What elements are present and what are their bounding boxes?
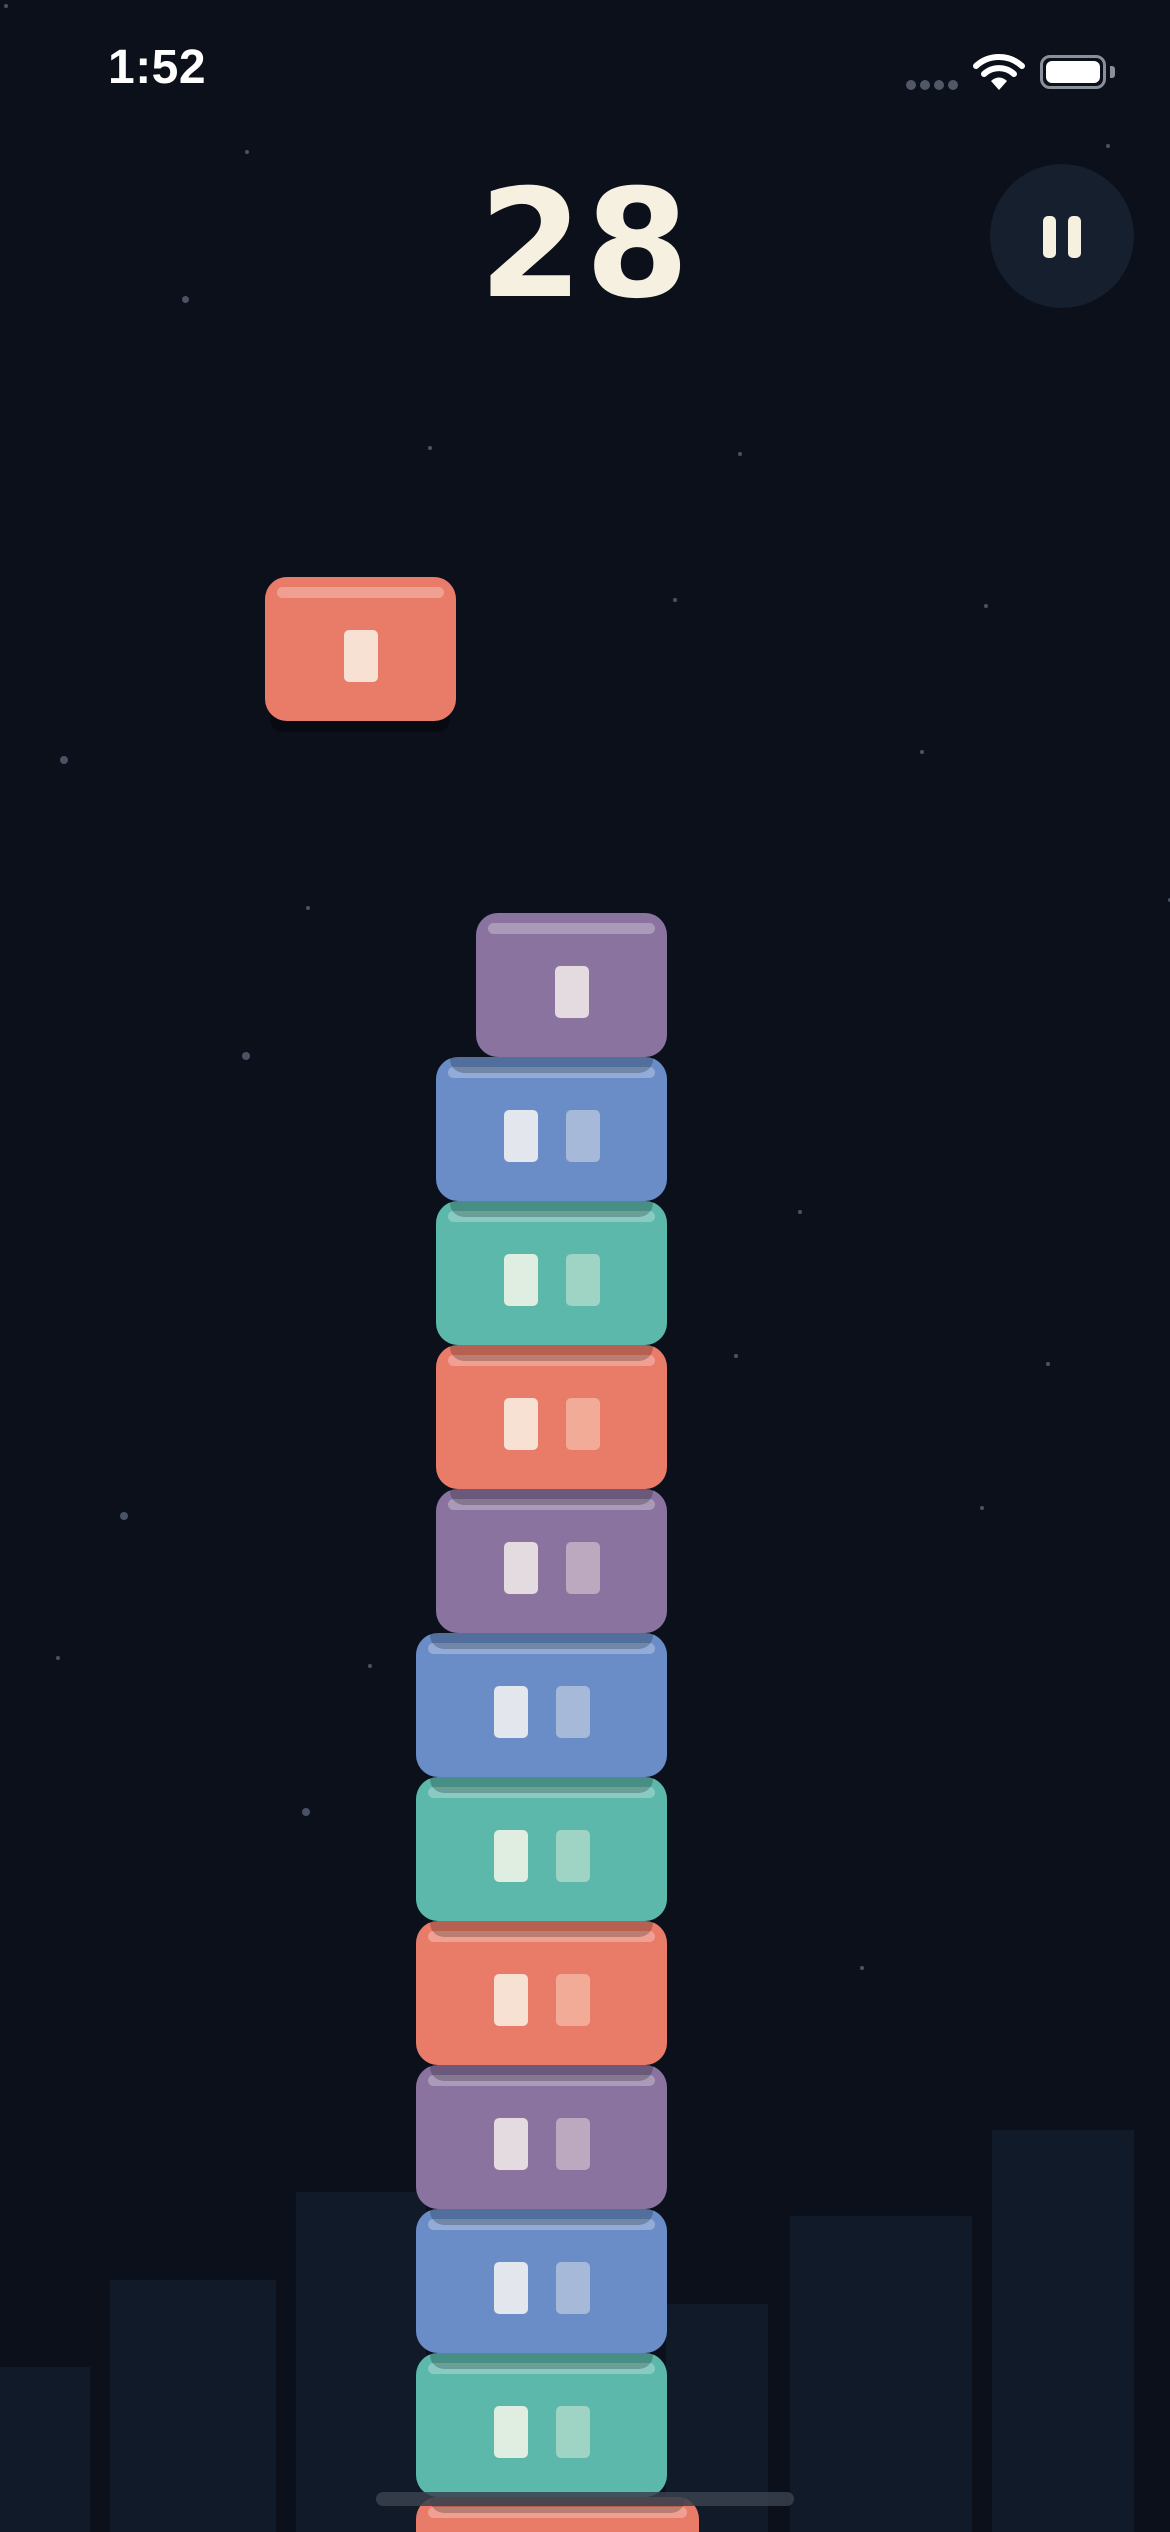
block-highlight bbox=[277, 587, 444, 598]
pause-button[interactable] bbox=[990, 164, 1134, 308]
star bbox=[4, 4, 8, 8]
tower-block-9 bbox=[416, 2065, 667, 2209]
block-window bbox=[555, 2406, 590, 2458]
block-window bbox=[565, 1110, 600, 1162]
skyline-building bbox=[992, 2130, 1134, 2532]
star bbox=[734, 1354, 738, 1358]
cellular-signal-icon bbox=[906, 80, 960, 92]
tower-block-4 bbox=[436, 1345, 667, 1489]
block-window bbox=[493, 2118, 528, 2170]
star bbox=[182, 296, 189, 303]
star bbox=[980, 1506, 984, 1510]
tower-block-3 bbox=[436, 1201, 667, 1345]
tower-block-11 bbox=[416, 2353, 667, 2497]
block-window bbox=[493, 1830, 528, 1882]
block-window bbox=[555, 1974, 590, 2026]
block-shadow bbox=[430, 2353, 653, 2369]
tower-block-10 bbox=[416, 2209, 667, 2353]
block-shadow bbox=[450, 1345, 653, 1361]
star bbox=[306, 906, 310, 910]
tower-block-1 bbox=[476, 913, 667, 1057]
star bbox=[1046, 1362, 1050, 1366]
block-window bbox=[503, 1254, 538, 1306]
star bbox=[428, 446, 432, 450]
score-counter: 28 bbox=[478, 158, 692, 332]
block-window bbox=[503, 1398, 538, 1450]
star bbox=[920, 750, 924, 754]
battery-cap bbox=[1110, 66, 1115, 78]
wifi-icon bbox=[972, 52, 1026, 92]
block-window bbox=[493, 2406, 528, 2458]
star bbox=[738, 452, 742, 456]
block-window bbox=[565, 1542, 600, 1594]
star bbox=[60, 756, 68, 764]
block-shadow bbox=[450, 1057, 653, 1073]
block-window bbox=[565, 1398, 600, 1450]
star bbox=[673, 598, 677, 602]
falling-block[interactable] bbox=[265, 577, 456, 721]
block-shadow bbox=[430, 1633, 653, 1649]
status-time: 1:52 bbox=[108, 41, 207, 94]
star bbox=[120, 1512, 128, 1520]
battery-level bbox=[1046, 61, 1100, 83]
skyline-building bbox=[0, 2367, 90, 2532]
block-shadow bbox=[450, 1201, 653, 1217]
skyline-building bbox=[790, 2216, 972, 2532]
block-window bbox=[493, 2262, 528, 2314]
skyline-building bbox=[110, 2280, 276, 2532]
game-screen[interactable]: 1:52 28 bbox=[0, 0, 1170, 2532]
tower-block-8 bbox=[416, 1921, 667, 2065]
home-indicator[interactable] bbox=[376, 2492, 794, 2506]
block-window bbox=[555, 2118, 590, 2170]
star bbox=[245, 150, 249, 154]
star bbox=[1106, 144, 1110, 148]
block-window bbox=[555, 2262, 590, 2314]
star bbox=[302, 1808, 310, 1816]
block-shadow bbox=[430, 1777, 653, 1793]
block-window bbox=[503, 1542, 538, 1594]
block-shadow bbox=[450, 1489, 653, 1505]
star bbox=[56, 1656, 60, 1660]
block-shadow bbox=[430, 2209, 653, 2225]
star bbox=[798, 1210, 802, 1214]
tower-block-7 bbox=[416, 1777, 667, 1921]
block-window bbox=[493, 1686, 528, 1738]
block-window bbox=[503, 1110, 538, 1162]
star bbox=[860, 1966, 864, 1970]
tower-block-5 bbox=[436, 1489, 667, 1633]
block-window bbox=[343, 630, 378, 682]
block-shadow bbox=[430, 1921, 653, 1937]
block-highlight bbox=[488, 923, 655, 934]
block-window bbox=[554, 966, 589, 1018]
tower-block-2 bbox=[436, 1057, 667, 1201]
star bbox=[984, 604, 988, 608]
block-window bbox=[565, 1254, 600, 1306]
tower-block-6 bbox=[416, 1633, 667, 1777]
block-window bbox=[555, 1830, 590, 1882]
star bbox=[368, 1664, 372, 1668]
block-window bbox=[555, 1686, 590, 1738]
skyline-building bbox=[296, 2192, 426, 2532]
battery-icon bbox=[1040, 55, 1106, 89]
star bbox=[242, 1052, 250, 1060]
block-shadow bbox=[430, 2065, 653, 2081]
block-window bbox=[493, 1974, 528, 2026]
